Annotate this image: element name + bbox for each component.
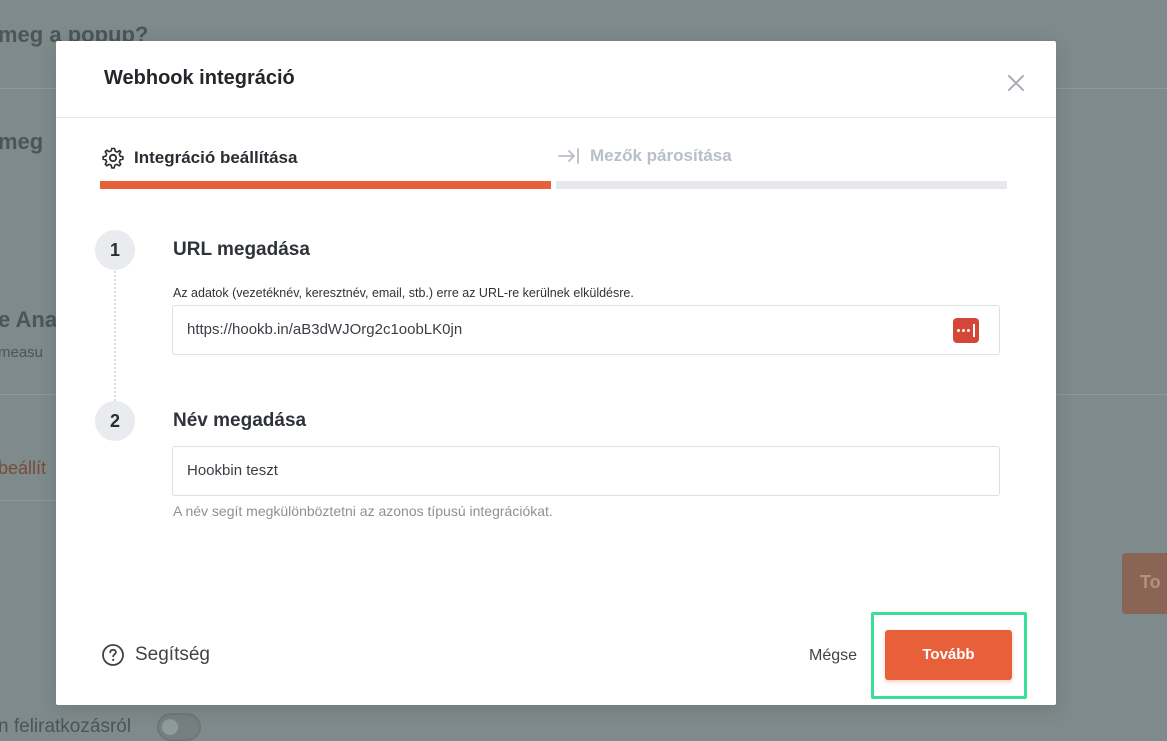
modal-title: Webhook integráció	[104, 67, 295, 89]
progress-bar-remaining	[556, 181, 1007, 189]
next-button[interactable]: Tovább	[885, 630, 1012, 680]
step-title-url: URL megadása	[173, 239, 310, 260]
tab-integration-settings[interactable]: Integráció beállítása	[101, 146, 297, 170]
step-connector	[114, 271, 116, 401]
url-input[interactable]: https://hookb.in/aB3dWJOrg2c1oobLK0jn	[172, 305, 1000, 355]
tab-field-mapping[interactable]: Mezők párosítása	[557, 146, 732, 166]
close-icon[interactable]	[1004, 71, 1028, 95]
bg-next-button: To	[1122, 553, 1167, 614]
step-number-2: 2	[95, 401, 135, 441]
name-input[interactable]: Hookbin teszt	[172, 446, 1000, 496]
arrow-to-bar-icon	[558, 148, 579, 164]
bg-link: beállít	[0, 458, 47, 478]
webhook-modal: Webhook integráció Integráció beállítása…	[56, 41, 1056, 705]
help-label: Segítség	[135, 644, 210, 665]
help-circle-icon	[102, 644, 124, 666]
url-field-label: Az adatok (vezetéknév, keresztnév, email…	[173, 286, 634, 300]
progress-bar-completed	[100, 181, 551, 189]
bg-toggle	[157, 713, 201, 741]
modal-header: Webhook integráció	[56, 41, 1056, 118]
gear-icon	[102, 147, 124, 169]
bg-divider	[0, 500, 60, 501]
cancel-button[interactable]: Mégse	[809, 647, 857, 665]
step-number-1: 1	[95, 230, 135, 270]
password-manager-icon[interactable]	[953, 318, 979, 343]
tab-label: Integráció beállítása	[134, 148, 298, 167]
bg-toggle-label: n feliratkozásról	[0, 716, 132, 737]
help-link[interactable]: Segítség	[101, 643, 210, 667]
url-input-value: https://hookb.in/aB3dWJOrg2c1oobLK0jn	[187, 321, 463, 338]
bg-subtext: measu	[0, 344, 44, 361]
name-input-value: Hookbin teszt	[187, 462, 278, 479]
name-hint: A név segít megkülönböztetni az azonos t…	[173, 503, 553, 519]
step-title-name: Név megadása	[173, 410, 307, 431]
bg-heading-3: e Ana	[0, 307, 58, 332]
tab-label: Mezők párosítása	[590, 146, 732, 165]
bg-heading-2: meg	[0, 129, 44, 154]
